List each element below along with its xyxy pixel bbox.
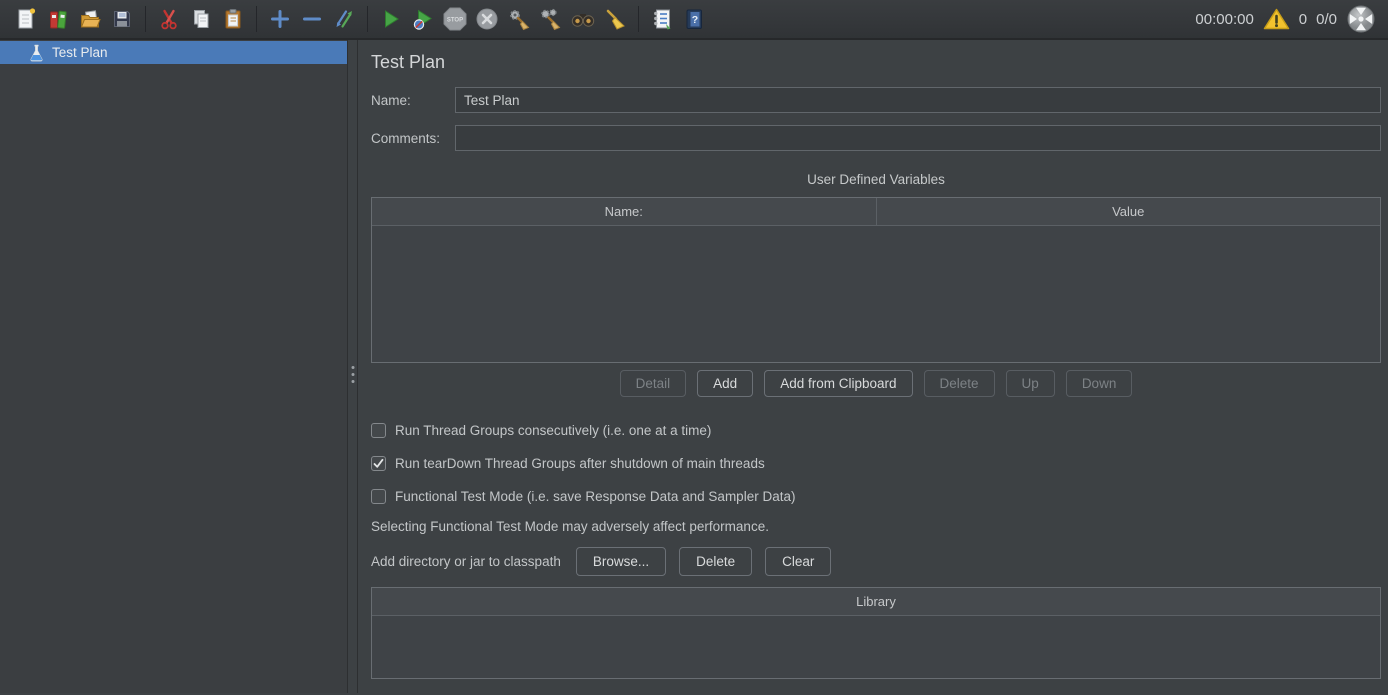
- collapse-all-button[interactable]: [298, 5, 326, 33]
- new-file-icon: [14, 7, 38, 31]
- down-button: Down: [1066, 370, 1133, 397]
- udv-section-title: User Defined Variables: [371, 172, 1381, 187]
- test-plan-panel: Test Plan Name: Comments: User Defined V…: [358, 40, 1388, 693]
- name-field-row: Name:: [371, 87, 1381, 113]
- delete-classpath-button[interactable]: Delete: [679, 547, 752, 576]
- library-table: Library: [371, 587, 1381, 679]
- paste-button[interactable]: [219, 5, 247, 33]
- classpath-label: Add directory or jar to classpath: [371, 554, 561, 569]
- help-icon: ?: [682, 7, 706, 31]
- elapsed-time: 00:00:00: [1195, 11, 1253, 28]
- content-area: Test Plan Test Plan Name: Comments: User…: [0, 40, 1388, 693]
- add-from-clipboard-button[interactable]: Add from Clipboard: [764, 370, 912, 397]
- library-table-header: Library: [372, 588, 1380, 616]
- stop-icon: STOP: [442, 6, 468, 32]
- toolbar-separator: [638, 6, 639, 32]
- open-file-icon: [78, 7, 102, 31]
- search-reset-button[interactable]: [601, 5, 629, 33]
- up-button: Up: [1006, 370, 1055, 397]
- templates-button[interactable]: [44, 5, 72, 33]
- udv-column-value: Value: [876, 198, 1381, 225]
- checkbox-unchecked-icon[interactable]: [371, 489, 386, 504]
- search-binoculars-icon: [570, 7, 596, 31]
- open-file-button[interactable]: [76, 5, 104, 33]
- run-consecutively-checkbox-row[interactable]: Run Thread Groups consecutively (i.e. on…: [371, 423, 1381, 438]
- udv-button-row: Detail Add Add from Clipboard Delete Up …: [371, 370, 1381, 397]
- toolbar: STOP: [0, 0, 1388, 40]
- warning-icon[interactable]: [1263, 7, 1290, 31]
- help-button[interactable]: ?: [680, 5, 708, 33]
- expand-all-button[interactable]: [266, 5, 294, 33]
- tree-item-label: Test Plan: [52, 45, 108, 60]
- udv-column-name: Name:: [372, 198, 876, 225]
- svg-text:STOP: STOP: [447, 18, 463, 24]
- udv-table-header: Name: Value: [372, 198, 1380, 226]
- comments-field-row: Comments:: [371, 125, 1381, 151]
- run-teardown-checkbox-row[interactable]: Run tearDown Thread Groups after shutdow…: [371, 456, 1381, 471]
- classpath-row: Add directory or jar to classpath Browse…: [371, 547, 1381, 576]
- comments-input[interactable]: [455, 125, 1381, 151]
- start-icon: [379, 7, 403, 31]
- delete-variable-button: Delete: [924, 370, 995, 397]
- toggle-arrows-icon: [332, 7, 356, 31]
- search-button[interactable]: [569, 5, 597, 33]
- search-reset-broom-icon: [603, 7, 627, 31]
- library-table-body[interactable]: [372, 616, 1380, 678]
- stop-button: STOP: [441, 5, 469, 33]
- copy-button[interactable]: [187, 5, 215, 33]
- test-plan-tree: Test Plan: [0, 40, 347, 693]
- page-title: Test Plan: [371, 52, 1381, 73]
- browse-button[interactable]: Browse...: [576, 547, 666, 576]
- start-button[interactable]: [377, 5, 405, 33]
- log-error-count[interactable]: 0: [1299, 11, 1307, 28]
- copy-icon: [189, 7, 213, 31]
- functional-mode-note: Selecting Functional Test Mode may adver…: [371, 519, 1381, 534]
- new-file-button[interactable]: [12, 5, 40, 33]
- shutdown-icon: [475, 7, 499, 31]
- templates-icon: [46, 7, 70, 31]
- cut-button[interactable]: [155, 5, 183, 33]
- functional-test-mode-label: Functional Test Mode (i.e. save Response…: [395, 489, 795, 504]
- run-teardown-label: Run tearDown Thread Groups after shutdow…: [395, 456, 765, 471]
- add-button[interactable]: Add: [697, 370, 753, 397]
- test-state-indicator-icon: [1346, 4, 1376, 34]
- minus-icon: [300, 7, 324, 31]
- split-pane-divider[interactable]: [347, 40, 358, 693]
- tree-item-test-plan[interactable]: Test Plan: [0, 41, 347, 64]
- svg-text:?: ?: [692, 14, 698, 26]
- paste-icon: [221, 7, 245, 31]
- shutdown-button: [473, 5, 501, 33]
- detail-button: Detail: [620, 370, 687, 397]
- clear-all-icon: [539, 7, 563, 31]
- cut-icon: [157, 7, 181, 31]
- function-helper-icon: [650, 7, 674, 31]
- function-helper-button[interactable]: [648, 5, 676, 33]
- clear-icon: [507, 7, 531, 31]
- toggle-button[interactable]: [330, 5, 358, 33]
- toolbar-separator: [367, 6, 368, 32]
- checkbox-checked-icon[interactable]: [371, 456, 386, 471]
- udv-table-body[interactable]: [372, 226, 1380, 362]
- plus-icon: [268, 7, 292, 31]
- run-consecutively-label: Run Thread Groups consecutively (i.e. on…: [395, 423, 711, 438]
- name-input[interactable]: [455, 87, 1381, 113]
- clear-button[interactable]: [505, 5, 533, 33]
- toolbar-separator: [145, 6, 146, 32]
- toolbar-status-area: 00:00:00 0 0/0: [1195, 4, 1378, 34]
- save-button[interactable]: [108, 5, 136, 33]
- test-plan-flask-icon: [29, 44, 44, 62]
- clear-all-button[interactable]: [537, 5, 565, 33]
- start-no-timers-icon: [411, 7, 435, 31]
- functional-test-mode-checkbox-row[interactable]: Functional Test Mode (i.e. save Response…: [371, 489, 1381, 504]
- checkbox-unchecked-icon[interactable]: [371, 423, 386, 438]
- splitter-grip-icon[interactable]: [351, 366, 354, 383]
- save-icon: [110, 7, 134, 31]
- toolbar-separator: [256, 6, 257, 32]
- clear-classpath-button[interactable]: Clear: [765, 547, 831, 576]
- thread-counts: 0/0: [1316, 11, 1337, 28]
- name-label: Name:: [371, 93, 455, 108]
- user-defined-variables-table: Name: Value: [371, 197, 1381, 363]
- comments-label: Comments:: [371, 131, 455, 146]
- start-no-timers-button[interactable]: [409, 5, 437, 33]
